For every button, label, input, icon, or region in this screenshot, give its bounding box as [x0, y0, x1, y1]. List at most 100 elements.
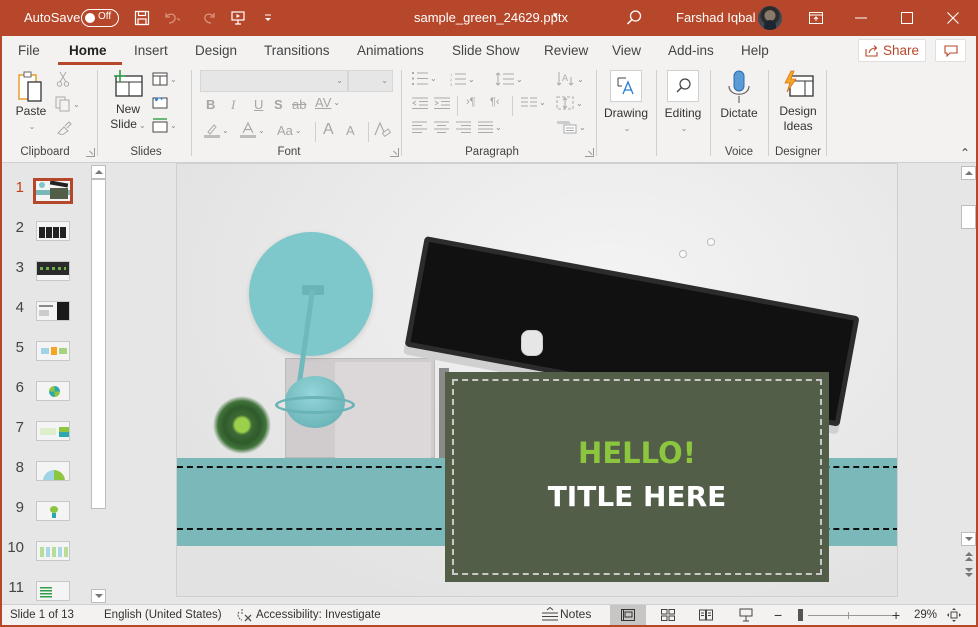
- language-indicator[interactable]: English (United States): [104, 609, 222, 621]
- italic-button[interactable]: I: [231, 97, 235, 113]
- undo-icon[interactable]: [161, 8, 181, 28]
- rtl-button[interactable]: ¶‹: [490, 96, 500, 108]
- strikethrough-button[interactable]: ab: [292, 97, 306, 112]
- scroll-up-button[interactable]: [91, 165, 106, 179]
- thumbnail-item[interactable]: 9: [2, 499, 92, 535]
- align-right-button[interactable]: [456, 121, 471, 133]
- thumbnail-image[interactable]: [36, 301, 70, 321]
- editing-button[interactable]: Editing ⌄: [662, 70, 704, 136]
- thumbnail-item[interactable]: 10: [2, 539, 92, 575]
- notes-button[interactable]: Notes: [542, 607, 591, 621]
- text-direction-button[interactable]: A ⌄: [557, 71, 584, 87]
- align-text-button[interactable]: ⌄: [556, 95, 583, 111]
- tab-animations[interactable]: Animations: [357, 43, 424, 58]
- reading-view-button[interactable]: [688, 605, 724, 625]
- thumbnail-item[interactable]: 4: [2, 299, 92, 335]
- paste-button[interactable]: Paste ⌄: [14, 70, 48, 134]
- document-title[interactable]: sample_green_24629.pptx: [414, 10, 568, 25]
- cut-button[interactable]: [56, 71, 70, 87]
- decrease-indent-button[interactable]: [412, 97, 428, 109]
- slide-show-button[interactable]: [728, 605, 764, 625]
- thumbnail-item[interactable]: 2: [2, 219, 92, 255]
- dictate-button[interactable]: Dictate ⌄: [716, 70, 762, 136]
- tab-view[interactable]: View: [612, 43, 641, 58]
- ribbon-display-options-icon[interactable]: [793, 0, 839, 36]
- collapse-ribbon-icon[interactable]: ⌃: [960, 146, 970, 160]
- new-slide-button[interactable]: New Slide ⌄: [108, 70, 148, 133]
- thumbnail-image[interactable]: [36, 461, 70, 481]
- slide-title[interactable]: TITLE HERE: [445, 480, 829, 513]
- drawing-button[interactable]: Drawing ⌄: [603, 70, 649, 136]
- thumbnail-item[interactable]: 7: [2, 419, 92, 455]
- user-avatar[interactable]: [758, 6, 782, 30]
- share-button[interactable]: Share: [858, 39, 926, 62]
- slide-scrollbar[interactable]: [960, 163, 976, 605]
- present-from-start-icon[interactable]: [228, 8, 248, 28]
- clipboard-dialog-launcher-icon[interactable]: [86, 148, 95, 157]
- tab-review[interactable]: Review: [544, 43, 588, 58]
- previous-slide-button[interactable]: [961, 549, 976, 563]
- zoom-in-button[interactable]: +: [892, 607, 900, 623]
- reset-slide-button[interactable]: [152, 95, 168, 109]
- thumbnail-image[interactable]: [33, 178, 73, 204]
- clear-formatting-button[interactable]: [374, 121, 392, 139]
- close-icon[interactable]: [930, 0, 976, 36]
- font-size-select[interactable]: ⌄: [348, 70, 393, 92]
- thumbnail-image[interactable]: [36, 501, 70, 521]
- thumbnail-item[interactable]: 1: [2, 178, 92, 215]
- thumbnails-scrollbar[interactable]: [91, 165, 106, 603]
- user-name[interactable]: Farshad Iqbal: [676, 10, 756, 25]
- thumbnail-image[interactable]: [36, 541, 70, 561]
- thumbnail-image[interactable]: [36, 221, 70, 241]
- zoom-slider-track[interactable]: [808, 615, 894, 616]
- search-icon[interactable]: [624, 8, 644, 28]
- change-case-button[interactable]: Aa ⌄: [277, 123, 302, 138]
- paste-dropdown-icon[interactable]: ⌄: [29, 119, 36, 134]
- line-spacing-button[interactable]: ⌄: [496, 72, 523, 86]
- shrink-font-button[interactable]: A: [346, 123, 355, 138]
- customize-qat-icon[interactable]: [258, 8, 278, 28]
- scroll-down-button[interactable]: [91, 589, 106, 603]
- tab-home[interactable]: Home: [69, 43, 107, 58]
- redo-icon[interactable]: [200, 8, 220, 28]
- scroll-down-button[interactable]: [961, 532, 976, 546]
- ltr-button[interactable]: ›¶: [466, 96, 476, 108]
- thumbnail-image[interactable]: [36, 381, 70, 401]
- hello-text[interactable]: HELLO!: [445, 436, 829, 470]
- grow-font-button[interactable]: A: [323, 121, 334, 139]
- next-slide-button[interactable]: [961, 565, 976, 579]
- autosave-toggle[interactable]: Off: [81, 9, 119, 27]
- thumbnail-image[interactable]: [36, 421, 70, 441]
- text-shadow-button[interactable]: S: [274, 97, 283, 112]
- thumbnail-image[interactable]: [36, 581, 70, 601]
- scrollbar-thumb[interactable]: [91, 179, 106, 509]
- tab-design[interactable]: Design: [195, 43, 237, 58]
- underline-button[interactable]: U: [254, 97, 263, 112]
- normal-view-button[interactable]: [610, 605, 646, 625]
- thumbnail-item[interactable]: 3: [2, 259, 92, 295]
- font-color-button[interactable]: ⌄: [240, 122, 265, 138]
- convert-to-smartart-button[interactable]: ⌄: [557, 120, 586, 134]
- scroll-up-button[interactable]: [961, 166, 976, 180]
- font-dialog-launcher-icon[interactable]: [390, 148, 399, 157]
- tab-add-ins[interactable]: Add-ins: [668, 43, 714, 58]
- doc-title-caret-icon[interactable]: ▾: [553, 10, 558, 21]
- bullets-button[interactable]: ⌄: [412, 72, 437, 85]
- thumbnail-item[interactable]: 6: [2, 379, 92, 415]
- comments-button[interactable]: [935, 39, 966, 62]
- tab-file[interactable]: File: [18, 43, 40, 58]
- minimize-icon[interactable]: [838, 0, 884, 36]
- accessibility-checker[interactable]: Accessibility: Investigate: [236, 608, 381, 622]
- save-icon[interactable]: [132, 8, 152, 28]
- center-button[interactable]: [434, 121, 449, 133]
- section-button[interactable]: ⌄: [152, 118, 177, 133]
- tab-transitions[interactable]: Transitions: [264, 43, 330, 58]
- align-left-button[interactable]: [412, 121, 427, 133]
- slide-canvas[interactable]: HELLO! TITLE HERE: [176, 163, 898, 597]
- bold-button[interactable]: B: [206, 97, 215, 112]
- font-name-select[interactable]: ⌄: [200, 70, 348, 92]
- layout-button[interactable]: ⌄: [152, 72, 177, 86]
- zoom-out-button[interactable]: −: [774, 607, 782, 623]
- design-ideas-button[interactable]: Design Ideas: [774, 70, 822, 134]
- fit-to-window-button[interactable]: [946, 607, 962, 626]
